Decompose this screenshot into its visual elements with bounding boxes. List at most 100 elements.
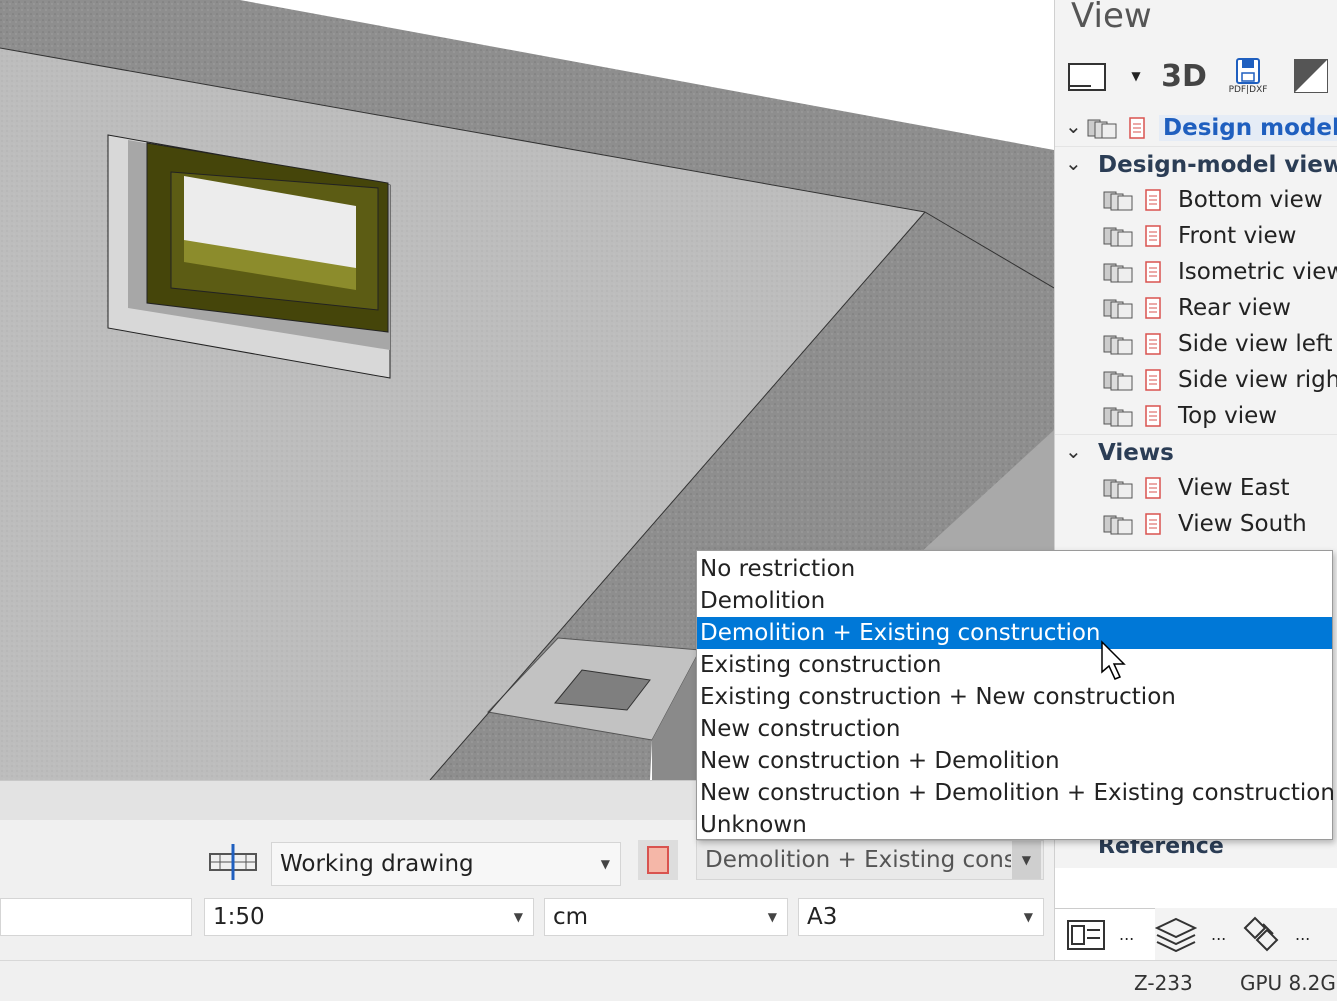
tree-item-label: Side view right [1178,367,1337,393]
document-icon [1145,261,1161,283]
layers-icon [1155,917,1197,952]
tree-item-label: Bottom view [1178,187,1323,213]
tree-item[interactable]: View South [1055,506,1337,542]
save-icon [1236,58,1260,84]
phase-filter-select[interactable]: Demolition + Existing construction ▼ [696,840,1044,880]
more-label[interactable]: ... [1119,925,1134,944]
chevron-down-icon[interactable]: ▼ [1024,899,1033,935]
model-icon [1103,335,1133,355]
document-icon [1145,189,1161,211]
model-icon [1103,299,1133,319]
document-icon [1145,477,1161,499]
chevron-down-icon[interactable]: ▼ [601,843,610,885]
tree-item[interactable]: Side view right [1055,362,1337,398]
tree-group-label: Views [1098,440,1174,466]
model-icon [1103,407,1133,427]
tree-item-label: Isometric view [1178,259,1337,285]
phase-icon [647,846,669,874]
reference-area [1055,868,1337,908]
document-icon [1145,297,1161,319]
layout-dropdown-arrow[interactable]: ▼ [1127,56,1145,96]
bottom-toolbar: Working drawing ▼ Demolition + Existing … [0,820,1054,960]
tree-item[interactable]: Isometric view [1055,254,1337,290]
paper-select[interactable]: A3 ▼ [798,898,1044,936]
model-icon [1103,191,1133,211]
model-icon [1103,227,1133,247]
chevron-down-icon[interactable]: ⌄ [1065,439,1082,463]
chevron-down-icon[interactable]: ▼ [1011,841,1041,879]
document-icon [1145,333,1161,355]
dropdown-option[interactable]: No restriction [697,553,1332,585]
dropdown-option[interactable]: Existing construction + New construction [697,681,1332,713]
tree-item-label: Side view left [1178,331,1333,357]
chevron-down-icon[interactable]: ⌄ [1065,151,1082,175]
tree-group-design-model-views[interactable]: ⌄ Design-model views [1055,146,1337,183]
tree-root-label: Design model [1159,115,1337,141]
document-icon [1145,225,1161,247]
tab-layers[interactable]: ... [1155,908,1241,960]
document-icon [1145,369,1161,391]
scale-select[interactable]: 1:50 ▼ [204,898,534,936]
document-icon [1145,405,1161,427]
layout-icon [1067,919,1105,950]
tree-item-label: Front view [1178,223,1297,249]
tree-item[interactable]: Side view left [1055,326,1337,362]
layer-indicator: Z-233 [1134,971,1193,995]
phase-icon-button[interactable] [638,840,678,880]
diagonal-view-icon [1294,59,1328,93]
drawing-type-icon [208,842,258,882]
model-icon [1087,119,1117,139]
document-icon [1145,513,1161,535]
tree-item-label: View East [1178,475,1290,501]
tree-item-label: Rear view [1178,295,1291,321]
chevron-down-icon[interactable]: ▼ [514,899,523,935]
tree-item[interactable]: Rear view [1055,290,1337,326]
tree-item-label: Top view [1178,403,1278,429]
tab-layout[interactable]: ... [1055,908,1155,960]
status-footer: Z-233 GPU 8.2G [0,960,1337,1001]
tree-item-label: View South [1178,511,1307,537]
render-toggle-button[interactable] [1291,56,1331,96]
gpu-indicator: GPU 8.2G [1240,971,1336,995]
dropdown-option[interactable]: Existing construction [697,649,1332,681]
dropdown-option[interactable]: Demolition + Existing construction [697,617,1332,649]
mouse-cursor-icon [1101,640,1126,680]
dropdown-option[interactable]: Unknown [697,809,1332,841]
drawing-type-select[interactable]: Working drawing ▼ [271,842,621,886]
tree-root[interactable]: ⌄ Design model [1055,110,1337,146]
phase-filter-dropdown[interactable]: No restriction Demolition Demolition + Exi… [696,550,1335,841]
viewport-layout-button[interactable] [1065,56,1109,96]
drawing-type-value: Working drawing [280,851,474,877]
model-icon [1103,371,1133,391]
tree-group-views[interactable]: ⌄ Views [1055,434,1337,471]
3d-button[interactable]: 3D [1159,56,1209,96]
objects-icon [1243,916,1279,952]
panel-title: View [1071,0,1152,36]
chevron-down-icon[interactable]: ⌄ [1065,114,1082,138]
pdf-dxf-label: PDF|DXF [1228,85,1268,95]
dropdown-option[interactable]: New construction [697,713,1332,745]
tree-item[interactable]: View East [1055,470,1337,506]
tree-group-label: Design-model views [1098,152,1337,178]
model-icon [1103,263,1133,283]
tree-item[interactable]: Bottom view [1055,182,1337,218]
model-icon [1103,515,1133,535]
dropdown-option[interactable]: Demolition [697,585,1332,617]
empty-field[interactable] [0,898,192,936]
chevron-down-icon[interactable]: ▼ [768,899,777,935]
unit-select[interactable]: cm ▼ [544,898,788,936]
tree-item[interactable]: Top view [1055,398,1337,434]
more-label[interactable]: ... [1211,925,1226,944]
scale-value: 1:50 [213,904,265,930]
document-icon [1129,117,1145,139]
dropdown-option[interactable]: New construction + Demolition + Existing… [697,777,1335,809]
unit-value: cm [553,904,589,930]
save-pdf-dxf-button[interactable]: PDF|DXF [1219,56,1277,96]
tab-objects[interactable]: ... [1241,908,1327,960]
viewport-layout-icon [1068,63,1106,91]
paper-value: A3 [807,904,838,930]
tree-item[interactable]: Front view [1055,218,1337,254]
dropdown-option[interactable]: New construction + Demolition [697,745,1332,777]
model-icon [1103,479,1133,499]
more-label[interactable]: ... [1295,925,1310,944]
